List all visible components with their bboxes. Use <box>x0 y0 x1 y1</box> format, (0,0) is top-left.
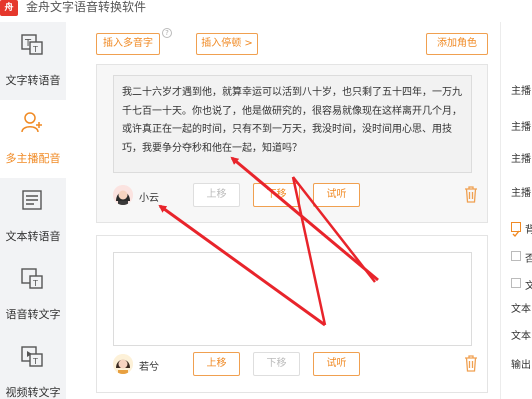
trash-icon[interactable] <box>463 354 479 372</box>
voice-name: 小云 <box>139 193 159 204</box>
voice-name: 若兮 <box>139 362 159 373</box>
help-icon[interactable]: ? <box>162 28 172 38</box>
app-logo: 舟 <box>0 0 18 16</box>
checkbox-label: 背 <box>525 225 532 236</box>
anchor-label: 主播 <box>511 188 531 199</box>
video-to-text-icon: T <box>21 346 43 367</box>
check-icon <box>512 230 520 238</box>
sidebar-item-label: 视频转文字 <box>5 386 61 399</box>
dubbing-card: 我二十六岁才遇到他，就算幸运可以活到八十岁，也只剩了五十四年，一万九千七百一十天… <box>96 64 488 223</box>
female-avatar-icon <box>113 354 133 374</box>
move-down-button[interactable]: 下移 <box>253 183 300 207</box>
output-label: 输出 <box>511 360 531 371</box>
svg-text:T: T <box>32 45 38 54</box>
sidebar-item-text-to-speech[interactable]: T T 文字转语音 <box>0 22 66 100</box>
dubbing-text-input[interactable]: 我二十六岁才遇到他，就算幸运可以活到八十岁，也只剩了五十四年，一万九千七百一十天… <box>113 75 472 173</box>
settings-panel: 主播 主播 主播 主播 背 否 文 文本 文本 输出 <box>500 22 532 399</box>
add-role-button[interactable]: 添加角色 <box>426 33 488 55</box>
dubbing-text-input[interactable] <box>113 252 472 346</box>
title-bar: 舟 金舟文字语音转换软件 <box>0 0 532 22</box>
option-checkbox[interactable] <box>511 278 521 288</box>
sidebar-item-label: 文本转语音 <box>5 230 61 243</box>
text-setting-label: 文本 <box>511 304 531 315</box>
text-to-speech-icon: T T <box>21 34 43 55</box>
insert-polyphone-button[interactable]: 插入多音字 <box>96 33 160 55</box>
sidebar-item-speech-to-text[interactable]: T 语音转文字 <box>0 256 66 334</box>
preview-button[interactable]: 试听 <box>313 352 360 376</box>
svg-text:T: T <box>32 279 38 288</box>
voice-row: 若兮 上移 下移 试听 <box>113 352 479 376</box>
speech-to-text-icon: T <box>21 268 43 289</box>
voice-row: 小云 上移 下移 试听 <box>113 183 479 207</box>
anchor-label: 主播 <box>511 86 531 97</box>
sidebar-item-label: 多主播配音 <box>5 152 61 165</box>
avatar[interactable] <box>113 185 133 205</box>
sidebar-item-document-to-speech[interactable]: 文本转语音 <box>0 178 66 256</box>
multi-anchor-icon <box>21 112 42 133</box>
anchor-label: 主播 <box>511 122 531 133</box>
sidebar-item-multi-anchor[interactable]: 多主播配音 <box>0 100 66 178</box>
svg-text:T: T <box>32 357 38 366</box>
move-up-button[interactable]: 上移 <box>193 183 240 207</box>
main-content: 插入多音字 ? 插入停顿 > 添加角色 我二十六岁才遇到他，就算幸运可以活到八十… <box>78 22 500 399</box>
move-down-button[interactable]: 下移 <box>253 352 300 376</box>
sidebar-item-video-to-text[interactable]: T 视频转文字 <box>0 334 66 399</box>
checkbox-label: 否 <box>525 254 532 265</box>
sidebar-item-label: 语音转文字 <box>5 308 61 321</box>
checkbox-label: 文 <box>525 281 532 292</box>
sidebar: T T 文字转语音 多主播配音 文本转语音 T 语音转文字 T 视频转文字 <box>0 22 66 399</box>
insert-pause-button[interactable]: 插入停顿 > <box>196 33 258 55</box>
anchor-label: 主播 <box>511 154 531 165</box>
sidebar-item-label: 文字转语音 <box>5 74 61 87</box>
trash-icon[interactable] <box>463 185 479 203</box>
document-to-speech-icon <box>22 190 42 210</box>
app-window: 舟 金舟文字语音转换软件 T T 文字转语音 多主播配音 文本转语音 T 语音转… <box>0 0 532 399</box>
dubbing-card: 若兮 上移 下移 试听 <box>96 235 488 393</box>
option-checkbox[interactable] <box>511 251 521 261</box>
preview-button[interactable]: 试听 <box>313 183 360 207</box>
background-checkbox[interactable] <box>511 222 521 238</box>
move-up-button[interactable]: 上移 <box>193 352 240 376</box>
app-title: 金舟文字语音转换软件 <box>26 0 147 14</box>
avatar[interactable] <box>113 354 133 374</box>
text-setting-label: 文本 <box>511 331 531 342</box>
female-avatar-icon <box>113 185 133 205</box>
